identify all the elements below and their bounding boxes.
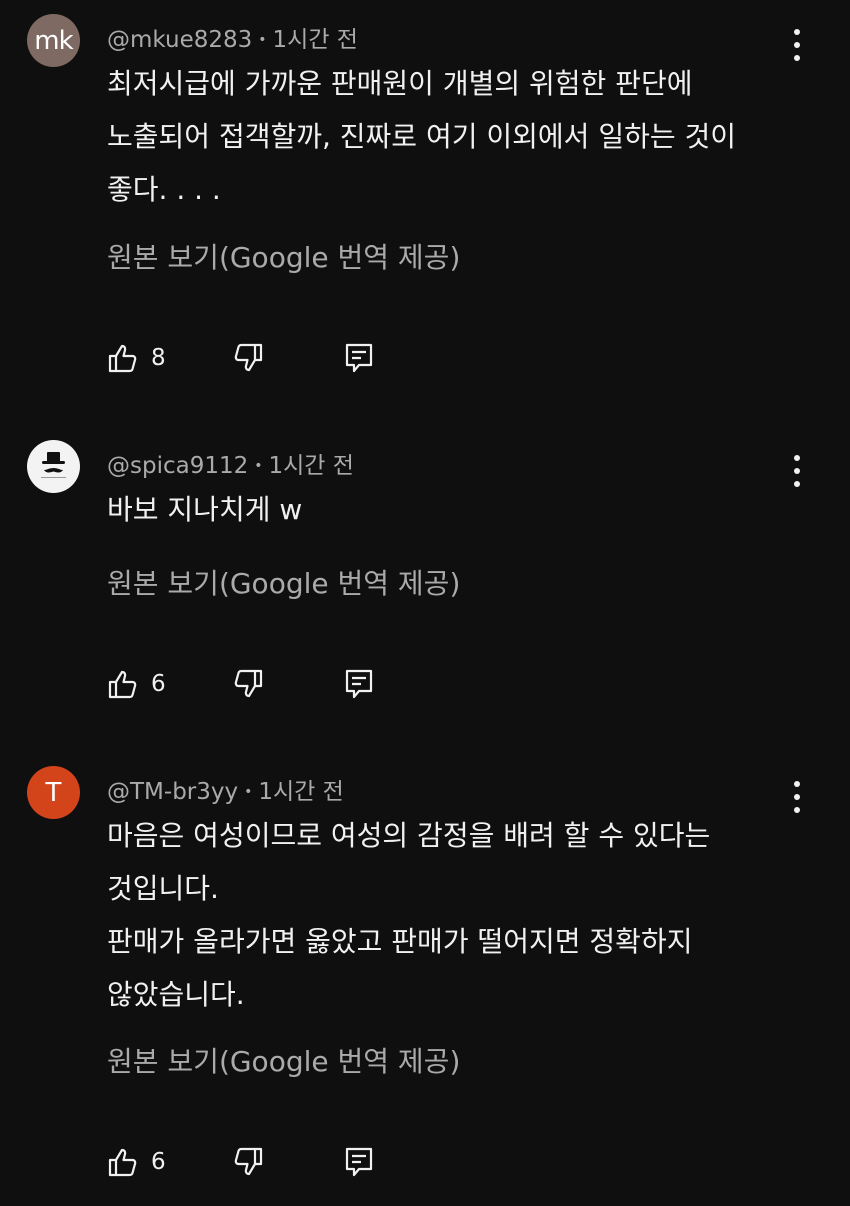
comment-text: 바보 지나치게 w <box>107 483 807 536</box>
like-button[interactable]: 8 <box>107 342 166 374</box>
thumbs-up-icon <box>108 1148 137 1177</box>
author-name[interactable]: @spica9112 <box>107 453 248 479</box>
comment-line: 마음은 여성이므로 여성의 감정을 배려 할 수 있다는 <box>107 819 711 852</box>
comment-line: 것입니다. <box>107 872 219 905</box>
reply-button[interactable] <box>344 342 374 374</box>
comment-line: 좋다. . . . <box>107 173 221 206</box>
like-count: 6 <box>151 671 166 697</box>
avatar[interactable]: T <box>27 766 80 819</box>
thumbs-up-icon <box>108 344 137 373</box>
comment-line: 판매가 올라가면 옳았고 판매가 떨어지면 정확하지 <box>107 925 693 958</box>
comment-time: 1시간 전 <box>268 453 354 479</box>
comment-text: 마음은 여성이므로 여성의 감정을 배려 할 수 있다는 것입니다. 판매가 올… <box>107 809 807 1021</box>
thumbs-down-icon <box>234 1147 263 1176</box>
top-hat-mustache-icon <box>41 452 66 478</box>
reply-icon <box>345 343 373 373</box>
meta-separator: • <box>258 32 267 48</box>
comment-text: 최저시급에 가까운 판매원이 개별의 위험한 판단에 노출되어 접객할까, 진짜… <box>107 57 807 216</box>
comment-meta: @mkue8283 • 1시간 전 <box>107 20 358 54</box>
meta-separator: • <box>254 458 263 474</box>
reply-icon <box>345 669 373 699</box>
like-count: 8 <box>151 345 166 371</box>
reply-button[interactable] <box>344 1146 374 1178</box>
reply-button[interactable] <box>344 668 374 700</box>
comment-actions: 6 <box>107 1146 407 1182</box>
comment-actions: 6 <box>107 668 407 704</box>
thumbs-up-icon <box>108 670 137 699</box>
comment-time: 1시간 전 <box>258 779 344 805</box>
like-count: 6 <box>151 1149 166 1175</box>
comment-line: 최저시급에 가까운 판매원이 개별의 위험한 판단에 <box>107 67 693 100</box>
author-name[interactable]: @TM-br3yy <box>107 779 238 805</box>
dislike-button[interactable] <box>232 1146 264 1178</box>
thumbs-down-icon <box>234 669 263 698</box>
thumbs-down-icon <box>234 343 263 372</box>
comment-actions: 8 <box>107 342 407 378</box>
like-button[interactable]: 6 <box>107 1146 166 1178</box>
comment-meta: @spica9112 • 1시간 전 <box>107 446 354 480</box>
comment-meta: @TM-br3yy • 1시간 전 <box>107 772 344 806</box>
comment-line: 바보 지나치게 w <box>107 493 303 526</box>
see-original-link[interactable]: 원본 보기(Google 번역 제공) <box>107 562 460 602</box>
see-original-link[interactable]: 원본 보기(Google 번역 제공) <box>107 1040 460 1080</box>
author-name[interactable]: @mkue8283 <box>107 27 252 53</box>
like-button[interactable]: 6 <box>107 668 166 700</box>
avatar[interactable] <box>27 440 80 493</box>
comment-time: 1시간 전 <box>272 27 358 53</box>
avatar[interactable]: mk <box>27 14 80 67</box>
dislike-button[interactable] <box>232 342 264 374</box>
meta-separator: • <box>244 784 253 800</box>
comment-line: 노출되어 접객할까, 진짜로 여기 이외에서 일하는 것이 <box>107 120 737 153</box>
see-original-link[interactable]: 원본 보기(Google 번역 제공) <box>107 236 460 276</box>
comment-line: 않았습니다. <box>107 978 245 1011</box>
reply-icon <box>345 1147 373 1177</box>
dislike-button[interactable] <box>232 668 264 700</box>
